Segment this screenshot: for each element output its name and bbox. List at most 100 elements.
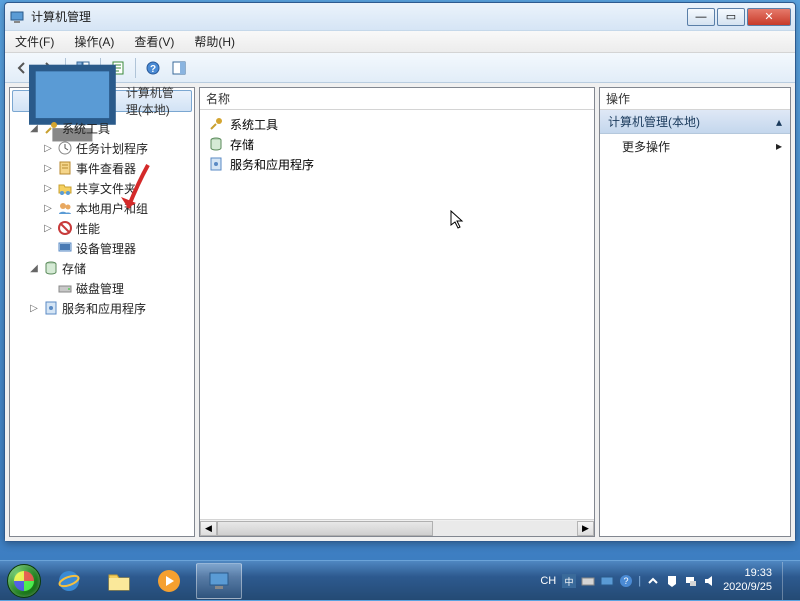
expand-icon[interactable]: ▷ bbox=[42, 163, 54, 174]
tree-device-manager[interactable]: 设备管理器 bbox=[12, 238, 192, 258]
window-title: 计算机管理 bbox=[31, 8, 687, 25]
ie-icon bbox=[55, 567, 83, 595]
scroll-left-button[interactable]: ◀ bbox=[200, 521, 217, 536]
scroll-right-button[interactable]: ▶ bbox=[577, 521, 594, 536]
list-panel: 名称 系统工具 存储 服务和应用程序 ◀ ▶ bbox=[199, 87, 595, 537]
scroll-thumb[interactable] bbox=[217, 521, 433, 536]
collapse-icon[interactable]: ▴ bbox=[776, 115, 782, 129]
action-center-icon[interactable] bbox=[665, 574, 679, 588]
volume-icon[interactable] bbox=[703, 574, 717, 588]
actions-title-label: 计算机管理(本地) bbox=[608, 113, 700, 130]
expand-icon[interactable]: ▷ bbox=[42, 183, 54, 194]
tree-label: 磁盘管理 bbox=[76, 280, 124, 297]
toolbar-separator bbox=[135, 58, 136, 78]
help-button[interactable]: ? bbox=[142, 57, 164, 79]
tree-storage[interactable]: ◢ 存储 bbox=[12, 258, 192, 278]
actions-header: 操作 bbox=[600, 88, 790, 110]
computer-management-window: 计算机管理 — ▭ ✕ 文件(F) 操作(A) 查看(V) 帮助(H) ? 计算… bbox=[4, 2, 796, 542]
taskbar-item-ie[interactable] bbox=[46, 563, 92, 599]
media-player-icon bbox=[155, 567, 183, 595]
keyboard-icon[interactable] bbox=[581, 574, 595, 588]
collapse-icon[interactable]: ◢ bbox=[28, 123, 40, 134]
expand-icon[interactable]: ▷ bbox=[42, 223, 54, 234]
tree-services[interactable]: ▷ 服务和应用程序 bbox=[12, 298, 192, 318]
tree-panel: 计算机管理(本地) ◢ 系统工具 ▷ 任务计划程序 ▷ 事件查看器 bbox=[9, 87, 195, 537]
content-area: 计算机管理(本地) ◢ 系统工具 ▷ 任务计划程序 ▷ 事件查看器 bbox=[5, 83, 795, 541]
titlebar[interactable]: 计算机管理 — ▭ ✕ bbox=[5, 3, 795, 31]
minimize-button[interactable]: — bbox=[687, 8, 715, 26]
action-pane-button[interactable] bbox=[168, 57, 190, 79]
expand-icon[interactable]: ▷ bbox=[42, 143, 54, 154]
system-tray: CH 中 ? | 19:33 2020/9/25 bbox=[540, 561, 796, 600]
storage-icon bbox=[208, 136, 224, 152]
window-buttons: — ▭ ✕ bbox=[687, 8, 791, 26]
tree-label: 本地用户和组 bbox=[76, 200, 148, 217]
tools-icon bbox=[208, 116, 224, 132]
event-icon bbox=[57, 160, 73, 176]
clock-time: 19:33 bbox=[723, 567, 772, 580]
users-icon bbox=[57, 200, 73, 216]
ime-indicator[interactable]: CH bbox=[540, 575, 556, 587]
taskbar: CH 中 ? | 19:33 2020/9/25 bbox=[0, 560, 800, 600]
close-button[interactable]: ✕ bbox=[747, 8, 791, 26]
list-label: 服务和应用程序 bbox=[230, 156, 314, 173]
horizontal-scrollbar[interactable]: ◀ ▶ bbox=[200, 519, 594, 536]
tree-event-viewer[interactable]: ▷ 事件查看器 bbox=[12, 158, 192, 178]
menu-view[interactable]: 查看(V) bbox=[128, 31, 180, 52]
tree-label: 性能 bbox=[76, 220, 100, 237]
shared-folder-icon bbox=[57, 180, 73, 196]
taskbar-item-media-player[interactable] bbox=[146, 563, 192, 599]
ime-pad-icon[interactable] bbox=[600, 574, 614, 588]
taskbar-clock[interactable]: 19:33 2020/9/25 bbox=[723, 567, 772, 593]
device-icon bbox=[57, 240, 73, 256]
chevron-up-icon[interactable] bbox=[646, 574, 660, 588]
tree-performance[interactable]: ▷ 性能 bbox=[12, 218, 192, 238]
taskbar-item-computer-management[interactable] bbox=[196, 563, 242, 599]
scroll-track[interactable] bbox=[217, 521, 577, 536]
tree-label: 设备管理器 bbox=[76, 240, 136, 257]
clock-icon bbox=[57, 140, 73, 156]
list-empty-area[interactable] bbox=[200, 178, 594, 519]
action-more[interactable]: 更多操作 ▸ bbox=[600, 134, 790, 158]
ime-icon[interactable]: 中 bbox=[562, 574, 576, 588]
tree-local-users[interactable]: ▷ 本地用户和组 bbox=[12, 198, 192, 218]
list-item-services[interactable]: 服务和应用程序 bbox=[202, 154, 592, 174]
tree-disk-management[interactable]: 磁盘管理 bbox=[12, 278, 192, 298]
list-item-storage[interactable]: 存储 bbox=[202, 134, 592, 154]
tools-icon bbox=[43, 120, 59, 136]
svg-text:?: ? bbox=[150, 64, 156, 75]
menu-help[interactable]: 帮助(H) bbox=[188, 31, 241, 52]
chevron-right-icon: ▸ bbox=[776, 139, 782, 153]
disk-icon bbox=[57, 280, 73, 296]
list-header-name[interactable]: 名称 bbox=[200, 88, 594, 110]
tree-shared-folders[interactable]: ▷ 共享文件夹 bbox=[12, 178, 192, 198]
services-icon bbox=[208, 156, 224, 172]
tree: ◢ 系统工具 ▷ 任务计划程序 ▷ 事件查看器 ▷ 共享文件夹 bbox=[10, 114, 194, 322]
expand-icon[interactable]: ▷ bbox=[42, 203, 54, 214]
network-icon[interactable] bbox=[684, 574, 698, 588]
app-icon bbox=[9, 9, 25, 25]
collapse-icon[interactable]: ◢ bbox=[28, 263, 40, 274]
performance-icon bbox=[57, 220, 73, 236]
taskbar-item-explorer[interactable] bbox=[96, 563, 142, 599]
svg-text:?: ? bbox=[624, 576, 629, 586]
tree-label: 服务和应用程序 bbox=[62, 300, 146, 317]
actions-title[interactable]: 计算机管理(本地) ▴ bbox=[600, 110, 790, 134]
help-tray-icon[interactable]: ? bbox=[619, 574, 633, 588]
list: 系统工具 存储 服务和应用程序 bbox=[200, 110, 594, 178]
list-label: 系统工具 bbox=[230, 116, 278, 133]
storage-icon bbox=[43, 260, 59, 276]
expand-icon[interactable]: ▷ bbox=[28, 303, 40, 314]
computer-icon bbox=[205, 567, 233, 595]
tree-system-tools[interactable]: ◢ 系统工具 bbox=[12, 118, 192, 138]
tree-root[interactable]: 计算机管理(本地) bbox=[12, 90, 192, 112]
tray-separator: | bbox=[638, 575, 641, 587]
start-button[interactable] bbox=[4, 561, 44, 601]
list-item-system-tools[interactable]: 系统工具 bbox=[202, 114, 592, 134]
maximize-button[interactable]: ▭ bbox=[717, 8, 745, 26]
tree-label: 事件查看器 bbox=[76, 160, 136, 177]
tree-task-scheduler[interactable]: ▷ 任务计划程序 bbox=[12, 138, 192, 158]
actions-panel: 操作 计算机管理(本地) ▴ 更多操作 ▸ bbox=[599, 87, 791, 537]
tree-label: 系统工具 bbox=[62, 120, 110, 137]
show-desktop-button[interactable] bbox=[782, 562, 790, 600]
